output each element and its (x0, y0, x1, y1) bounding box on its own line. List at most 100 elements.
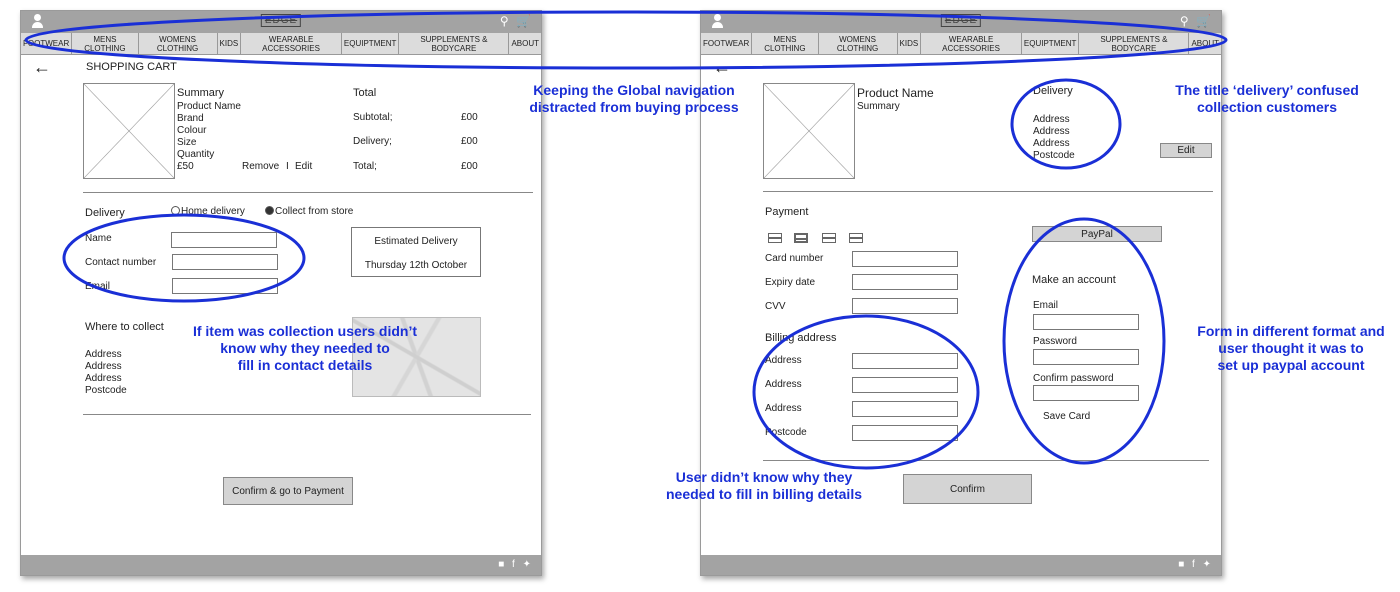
mail-icon[interactable]: ■ (1178, 559, 1184, 570)
nav-item-mens-clothing[interactable]: MENS CLOTHING (72, 33, 139, 54)
contact-number-field[interactable] (172, 254, 278, 270)
card-type-selected-icon[interactable] (794, 233, 808, 243)
annotation-billing: User didn’t know why they needed to fill… (650, 469, 878, 503)
card-type-icon[interactable] (849, 233, 863, 243)
search-icon[interactable]: ⚲ (1180, 14, 1189, 28)
summary-line: Product Name (177, 101, 241, 112)
nav-item-footwear[interactable]: FOOTWEAR (21, 33, 73, 54)
product-image (83, 83, 175, 179)
annotation-line: needed to fill in billing details (665, 486, 862, 502)
delivery-line: Address (1033, 138, 1070, 149)
annotation-line: fill in contact details (237, 357, 373, 373)
nav-item-equiptment[interactable]: EQUIPTMENT (342, 33, 400, 54)
card-number-field[interactable] (852, 251, 958, 267)
confirm-go-to-payment-button[interactable]: Confirm & go to Payment (223, 477, 353, 505)
edit-link[interactable]: Edit (295, 161, 312, 172)
twitter-icon[interactable]: ✦ (523, 559, 531, 570)
nav-item-equiptment[interactable]: EQUIPTMENT (1022, 33, 1080, 54)
edit-delivery-button[interactable]: Edit (1160, 143, 1212, 158)
divider (83, 414, 531, 415)
nav-item-wearable-accessories[interactable]: WEARABLE ACCESSORIES (241, 33, 342, 54)
nav-item-kids[interactable]: KIDS (898, 33, 922, 54)
product-summary: Summary (857, 101, 900, 112)
nav-item-supplements[interactable]: SUPPLEMENTS & BODYCARE (399, 33, 510, 54)
remove-link[interactable]: Remove (242, 161, 279, 172)
nav-item-footwear[interactable]: FOOTWEAR (701, 33, 753, 54)
field-label: Address (765, 379, 802, 390)
annotation-line: distracted from buying process (529, 99, 739, 115)
delivery-heading: Delivery (1033, 85, 1073, 97)
search-icon[interactable]: ⚲ (500, 14, 509, 28)
field-label: CVV (765, 301, 786, 312)
facebook-icon[interactable]: f (1192, 559, 1195, 570)
field-label: Contact number (85, 257, 157, 268)
cart-icon[interactable]: 🛒 (1196, 14, 1211, 28)
summary-line: Colour (177, 125, 207, 136)
nav-item-mens-clothing[interactable]: MENS CLOTHING (752, 33, 819, 54)
billing-address-field[interactable] (852, 353, 958, 369)
annotation-line: Form in different format and (1197, 323, 1385, 339)
billing-postcode-field[interactable] (852, 425, 958, 441)
annotation-account-form: Form in different format and user though… (1186, 323, 1396, 374)
annotation-line: User didn’t know why they (675, 469, 853, 485)
mail-icon[interactable]: ■ (498, 559, 504, 570)
nav-item-womens-clothing[interactable]: WOMENS CLOTHING (139, 33, 218, 54)
divider (83, 192, 533, 193)
field-label: Postcode (765, 427, 807, 438)
name-field[interactable] (171, 232, 277, 248)
card-type-icon[interactable] (768, 233, 782, 243)
card-type-icon[interactable] (822, 233, 836, 243)
payment-heading: Payment (765, 206, 809, 218)
account-email-field[interactable] (1033, 314, 1139, 330)
top-icons: ⚲ 🛒 (1176, 14, 1211, 28)
cvv-field[interactable] (852, 298, 958, 314)
account-password-field[interactable] (1033, 349, 1139, 365)
email-field[interactable] (172, 278, 278, 294)
twitter-icon[interactable]: ✦ (1203, 559, 1211, 570)
home-delivery-option[interactable]: Home delivery (171, 206, 245, 217)
billing-address-field[interactable] (852, 377, 958, 393)
confirm-password-field[interactable] (1033, 385, 1139, 401)
link-separator: I (286, 161, 289, 172)
annotation-global-nav: Keeping the Global navigation distracted… (515, 82, 753, 116)
collect-line: Address (85, 361, 122, 372)
back-arrow-icon[interactable]: ← (713, 57, 731, 78)
paypal-button[interactable]: PayPal (1032, 226, 1162, 242)
field-label: Address (765, 355, 802, 366)
nav-item-about[interactable]: ABOUT (509, 33, 541, 54)
collect-line: Address (85, 373, 122, 384)
logo[interactable]: EDGE (940, 14, 982, 27)
cart-icon[interactable]: 🛒 (516, 14, 531, 28)
summary-price: £50 (177, 161, 194, 172)
nav-item-kids[interactable]: KIDS (218, 33, 242, 54)
nav-item-womens-clothing[interactable]: WOMENS CLOTHING (819, 33, 898, 54)
global-nav: FOOTWEAR MENS CLOTHING WOMENS CLOTHING K… (21, 33, 541, 55)
back-arrow-icon[interactable]: ← (33, 57, 51, 78)
nav-item-supplements[interactable]: SUPPLEMENTS & BODYCARE (1079, 33, 1190, 54)
user-icon[interactable] (31, 14, 45, 28)
nav-item-wearable-accessories[interactable]: WEARABLE ACCESSORIES (921, 33, 1022, 54)
annotation-line: set up paypal account (1217, 357, 1365, 373)
logo[interactable]: EDGE (260, 14, 302, 27)
annotation-line: The title ‘delivery’ confused (1175, 82, 1359, 98)
product-name: Product Name (857, 86, 934, 100)
collect-from-store-option[interactable]: Collect from store (265, 206, 353, 217)
summary-line: Size (177, 137, 197, 148)
summary-heading: Summary (177, 87, 225, 99)
total-value: £00 (461, 112, 478, 123)
billing-address-field[interactable] (852, 401, 958, 417)
estimated-delivery-title: Estimated Delivery (374, 236, 458, 247)
nav-item-about[interactable]: ABOUT (1189, 33, 1221, 54)
summary-line: Brand (177, 113, 204, 124)
total-label: Delivery; (353, 136, 392, 147)
facebook-icon[interactable]: f (512, 559, 515, 570)
confirm-button[interactable]: Confirm (903, 474, 1032, 504)
shopping-cart-wireframe: EDGE ⚲ 🛒 FOOTWEAR MENS CLOTHING WOMENS C… (20, 10, 542, 576)
delivery-line: Postcode (1033, 150, 1075, 161)
footer-icons: ■ f ✦ (493, 559, 531, 570)
expiry-date-field[interactable] (852, 274, 958, 290)
annotation-line: know why they needed to (220, 340, 390, 356)
user-icon[interactable] (711, 14, 725, 28)
billing-heading: Billing address (765, 332, 837, 344)
save-card-checkbox[interactable]: Save Card (1043, 411, 1090, 422)
